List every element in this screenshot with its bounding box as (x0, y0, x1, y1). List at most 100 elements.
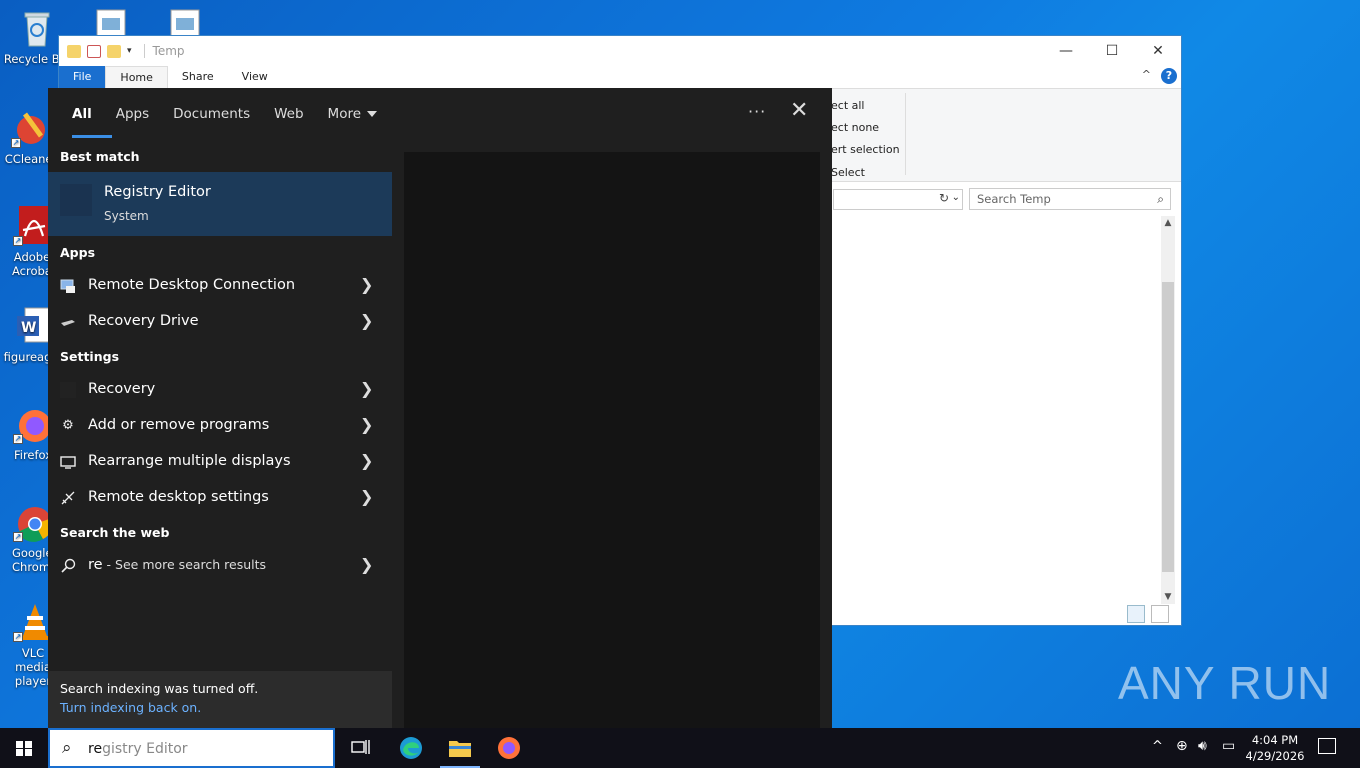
vlc-icon: ↗ (13, 602, 53, 642)
result-add-remove-programs[interactable]: ⚙ Add or remove programs ❯ (48, 408, 392, 444)
tab-share[interactable]: Share (168, 66, 228, 88)
desktop-icon-label: Adobe Acrobat (12, 250, 57, 278)
search-query[interactable]: registry Editor (88, 741, 188, 757)
result-recovery-drive[interactable]: Recovery Drive ❯ (48, 304, 392, 340)
notifications-icon[interactable] (1318, 738, 1336, 754)
result-label: Recovery Drive (88, 313, 199, 329)
scroll-down-icon[interactable]: ▼ (1161, 592, 1175, 602)
monitor-icon (60, 454, 76, 470)
search-temp-input[interactable]: Search Temp ⌕ (969, 188, 1171, 210)
show-hidden-icons-icon[interactable]: ^ (1152, 739, 1163, 754)
drive-icon (60, 314, 76, 330)
recovery-icon (60, 382, 76, 398)
chevron-down-icon (367, 111, 378, 117)
turn-indexing-on-link[interactable]: Turn indexing back on. (60, 700, 380, 715)
chevron-right-icon[interactable]: ❯ (360, 311, 373, 330)
details-view-icon[interactable] (1127, 605, 1145, 623)
recycle-bin-icon (17, 8, 57, 48)
help-icon[interactable]: ? (1161, 68, 1177, 84)
result-rearrange-displays[interactable]: Rearrange multiple displays ❯ (48, 444, 392, 480)
search-icon: ⌕ (62, 738, 72, 758)
select-none-button[interactable]: ect none (831, 121, 879, 134)
shortcut-arrow-icon: ↗ (13, 532, 23, 542)
invert-selection-button[interactable]: ert selection (831, 143, 900, 156)
tab-apps[interactable]: Apps (104, 88, 161, 140)
taskbar-search-box[interactable]: ⌕ registry Editor (48, 728, 335, 768)
result-remote-desktop-settings[interactable]: Remote desktop settings ❯ (48, 480, 392, 516)
desktop-icon-label: Firefox (13, 448, 53, 462)
edge-button[interactable] (387, 728, 435, 768)
result-label: Remote desktop settings (88, 489, 269, 505)
search-placeholder: Search Temp (977, 192, 1051, 206)
best-match-heading: Best match (60, 149, 140, 164)
chevron-down-icon[interactable]: ⌄ (952, 192, 960, 203)
network-icon[interactable]: ⊕ (1176, 738, 1188, 754)
close-icon[interactable]: ✕ (790, 98, 808, 123)
settings-heading: Settings (60, 349, 120, 364)
tab-more[interactable]: More (316, 88, 389, 140)
windows-logo-icon (16, 741, 32, 756)
acrobat-icon: ↗ (13, 206, 53, 246)
search-web-heading: Search the web (60, 525, 170, 540)
vertical-scrollbar[interactable]: ▲ ▼ (1161, 216, 1175, 604)
web-query: re (88, 557, 103, 573)
tab-documents[interactable]: Documents (161, 88, 262, 140)
close-icon[interactable]: ✕ (1135, 36, 1181, 66)
minimize-icon[interactable]: — (1043, 36, 1089, 66)
start-button[interactable] (0, 728, 48, 768)
system-clock[interactable]: 4:04 PM 4/29/2026 (1245, 732, 1305, 764)
large-icons-view-icon[interactable] (1151, 605, 1169, 623)
chevron-right-icon[interactable]: ❯ (360, 379, 373, 398)
anyrun-watermark: ANY RUN (1118, 656, 1331, 710)
firefox-button[interactable] (485, 728, 533, 768)
select-group-label: Select (831, 166, 865, 179)
indexing-notice: Search indexing was turned off. Turn ind… (48, 671, 392, 728)
search-scope-tabs: All Apps Documents Web More (48, 88, 832, 140)
scroll-up-icon[interactable]: ▲ (1161, 218, 1175, 228)
chevron-right-icon[interactable]: ❯ (360, 487, 373, 506)
new-folder-icon[interactable] (107, 44, 121, 58)
display-icon[interactable]: ▭ (1222, 738, 1235, 754)
firefox-icon: ↗ (13, 404, 53, 444)
result-remote-desktop-connection[interactable]: Remote Desktop Connection ❯ (48, 268, 392, 304)
tab-all[interactable]: All (60, 88, 112, 140)
task-view-button[interactable] (337, 728, 385, 768)
best-match-type: System (104, 209, 149, 223)
chevron-right-icon[interactable]: ❯ (360, 451, 373, 470)
gear-icon: ⚙ (62, 418, 74, 433)
search-icon (60, 558, 76, 574)
indexing-notice-text: Search indexing was turned off. (60, 681, 259, 696)
tab-view[interactable]: View (228, 66, 282, 88)
best-match-result[interactable]: Registry Editor System (48, 172, 392, 236)
chevron-down-icon[interactable]: ▾ (127, 46, 132, 56)
tab-web[interactable]: Web (262, 88, 315, 140)
folder-icon (67, 44, 81, 58)
chevron-right-icon[interactable]: ❯ (360, 555, 373, 574)
tab-home[interactable]: Home (105, 66, 168, 88)
search-autocomplete: gistry Editor (102, 741, 188, 757)
result-recovery[interactable]: Recovery ❯ (48, 372, 392, 408)
file-explorer-button[interactable] (436, 728, 484, 768)
collapse-ribbon-icon[interactable]: ^ (1142, 68, 1151, 81)
remote-settings-icon (60, 490, 76, 506)
clock-date: 4/29/2026 (1245, 749, 1305, 763)
ribbon-divider (905, 93, 906, 175)
scroll-thumb[interactable] (1162, 282, 1174, 572)
best-match-name: Registry Editor (104, 184, 211, 200)
search-icon: ⌕ (1157, 192, 1164, 206)
word-doc-icon: W (13, 306, 53, 346)
task-view-icon (351, 740, 370, 754)
tab-file[interactable]: File (59, 66, 106, 88)
properties-icon[interactable] (87, 44, 101, 58)
volume-icon[interactable]: 🔊︎ (1198, 738, 1207, 754)
maximize-icon[interactable]: ☐ (1089, 36, 1135, 66)
more-options-icon[interactable]: ··· (748, 102, 766, 121)
result-label: Rearrange multiple displays (88, 453, 291, 469)
chevron-right-icon[interactable]: ❯ (360, 275, 373, 294)
refresh-icon[interactable]: ↻ (939, 191, 949, 205)
svg-text:W: W (21, 320, 36, 336)
chevron-right-icon[interactable]: ❯ (360, 415, 373, 434)
select-all-button[interactable]: ect all (831, 99, 864, 112)
ribbon-tabs: File Home Share View (59, 66, 1181, 88)
result-web-search[interactable]: re - See more search results ❯ (48, 548, 392, 584)
